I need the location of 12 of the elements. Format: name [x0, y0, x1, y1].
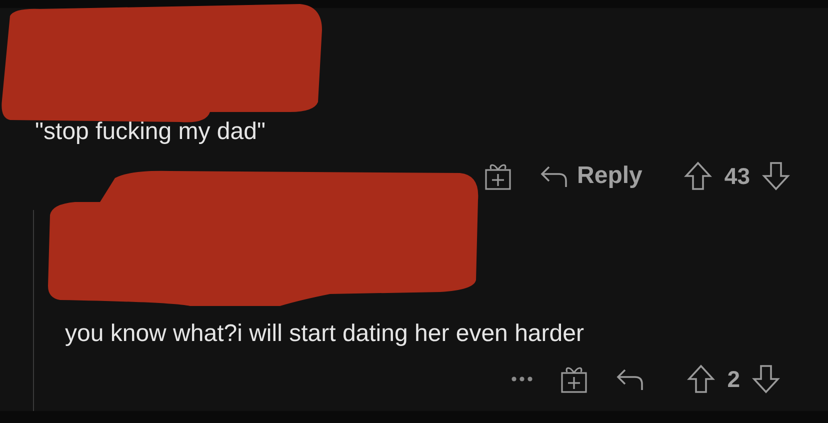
downvote-icon[interactable] — [752, 364, 780, 394]
reply-button[interactable]: Reply — [539, 158, 642, 194]
vote-count: 2 — [727, 365, 740, 394]
upvote-icon[interactable] — [687, 364, 716, 394]
gift-icon[interactable] — [559, 364, 590, 394]
comment-text: you know what?i will start dating her even harder — [65, 319, 585, 349]
vote-count: 43 — [724, 162, 750, 191]
downvote-icon[interactable] — [762, 161, 790, 191]
more-options-icon[interactable] — [511, 376, 534, 382]
upvote-icon[interactable] — [684, 161, 712, 191]
gift-icon[interactable] — [483, 161, 514, 191]
comment-text: "stop fucking my dad" — [35, 117, 266, 147]
